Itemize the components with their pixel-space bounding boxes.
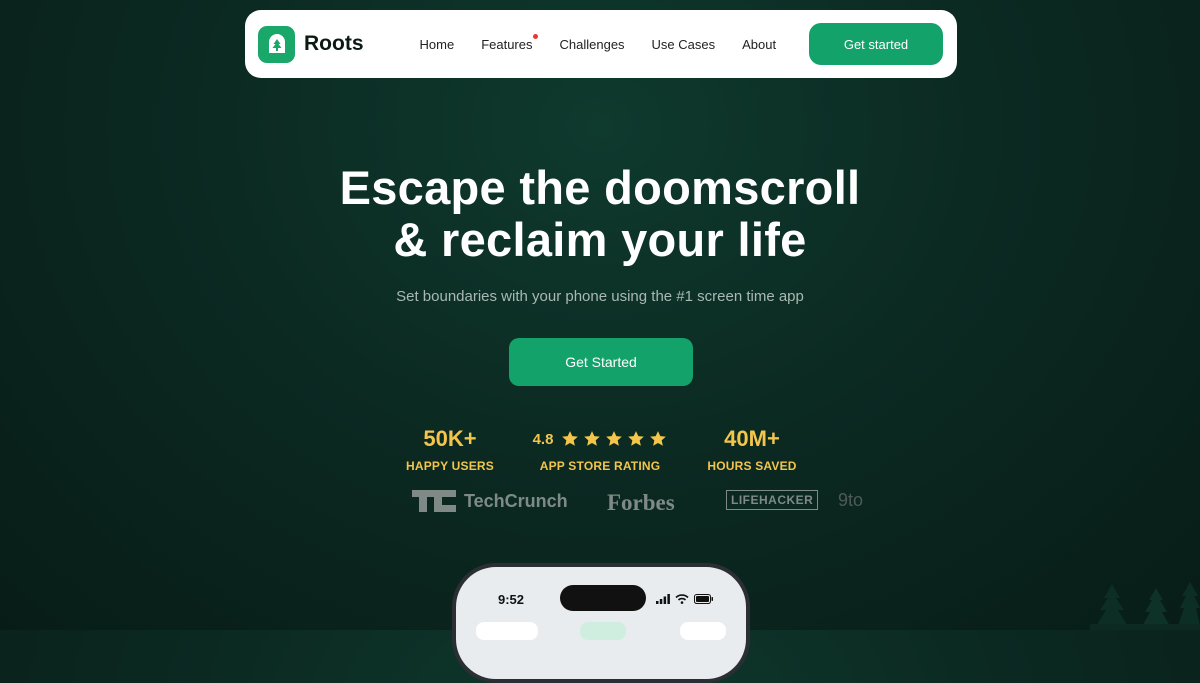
nav-link-challenges[interactable]: Challenges	[560, 37, 625, 52]
techcrunch-logo: TechCrunch	[412, 490, 568, 512]
lifehacker-label: LIFEHACKER	[726, 490, 819, 510]
stat-hours-saved: 40M+ HOURS SAVED	[700, 425, 804, 473]
lifehacker-logo: LIFEHACKER	[726, 490, 819, 510]
hero-title: Escape the doomscroll & reclaim your lif…	[0, 162, 1200, 266]
forbes-label: Forbes	[607, 490, 675, 515]
nav-link-home[interactable]: Home	[420, 37, 455, 52]
phone-card	[476, 622, 538, 640]
signal-icon	[656, 594, 670, 604]
stat-happy-users: 50K+ HAPPY USERS	[400, 425, 500, 473]
techcrunch-mark-icon	[412, 490, 456, 512]
dynamic-island	[560, 585, 646, 611]
9to5-label: 9to	[838, 490, 864, 510]
star-icon	[562, 431, 579, 446]
nav-links: Home Features Challenges Use Cases About	[420, 33, 776, 52]
hero-subtitle: Set boundaries with your phone using the…	[396, 288, 804, 305]
stat-value: 50K+	[423, 426, 477, 451]
stat-label: HAPPY USERS	[405, 459, 494, 473]
rating-stars	[561, 430, 667, 448]
star-icon	[584, 431, 601, 446]
phone-card	[580, 622, 626, 640]
stat-value: 40M+	[724, 426, 780, 451]
stat-label: HOURS SAVED	[707, 459, 797, 473]
phone-time: 9:52	[498, 592, 525, 607]
hero-get-started-button[interactable]: Get Started	[509, 338, 693, 386]
notification-dot	[532, 33, 538, 39]
phone-status-bar	[656, 594, 714, 604]
techcrunch-label: TechCrunch	[464, 490, 568, 511]
navbar: Roots Home Features Challenges Use Cases…	[245, 10, 957, 78]
rating-value: 4.8	[532, 430, 554, 448]
pine-trees-decoration	[1090, 582, 1200, 630]
nav-link-about[interactable]: About	[742, 37, 776, 52]
wifi-icon	[675, 594, 689, 604]
nav-link-use-cases[interactable]: Use Cases	[652, 37, 716, 52]
nav-get-started-button[interactable]: Get started	[809, 23, 943, 65]
roots-logo-icon	[258, 25, 295, 63]
star-icon	[650, 431, 667, 446]
9to5-logo-partial: 9to	[838, 490, 863, 511]
nav-link-features[interactable]: Features	[481, 33, 538, 52]
rating-row: 4.8	[520, 425, 680, 453]
battery-icon	[694, 594, 713, 604]
brand[interactable]: Roots	[258, 25, 364, 63]
star-icon	[628, 431, 645, 446]
hero-title-line-1: Escape the doomscroll	[339, 161, 861, 214]
star-icon	[606, 431, 623, 446]
stat-label: APP STORE RATING	[539, 459, 661, 473]
nav-link-features-label: Features	[481, 36, 533, 52]
phone-card	[680, 622, 726, 640]
forbes-logo: Forbes	[607, 490, 675, 516]
stat-app-store-rating: 4.8 APP STORE RATING	[520, 425, 680, 473]
brand-name: Roots	[304, 32, 364, 55]
hero-title-line-2: & reclaim your life	[393, 213, 807, 266]
phone-mockup: 9:52	[452, 563, 750, 683]
